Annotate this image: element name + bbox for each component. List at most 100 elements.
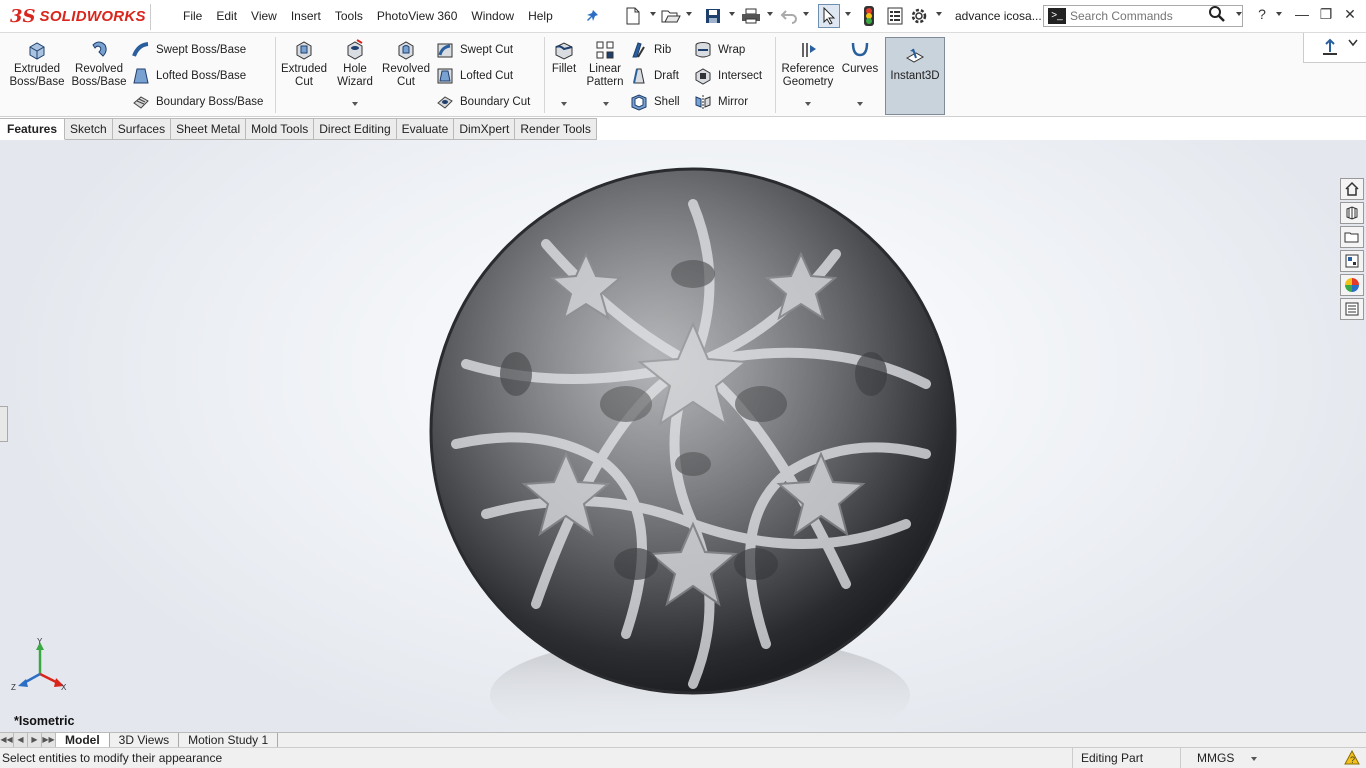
menu-help[interactable]: Help	[521, 0, 560, 33]
tab-model[interactable]: Model	[56, 733, 110, 747]
solidworks-logo[interactable]: 3S SOLIDWORKS	[10, 2, 146, 30]
fillet-button[interactable]: Fillet	[547, 39, 581, 76]
hole-wizard-dropdown-icon[interactable]	[352, 102, 358, 106]
reference-geometry-button[interactable]: Reference Geometry	[779, 39, 837, 89]
tab-evaluate[interactable]: Evaluate	[396, 118, 455, 140]
hole-wizard-button[interactable]: Hole Wizard	[333, 39, 377, 89]
undo-dropdown-icon[interactable]	[803, 12, 809, 16]
file-properties-icon[interactable]	[884, 6, 906, 26]
lofted-cut-button[interactable]: Lofted Cut	[436, 66, 513, 86]
search-input[interactable]	[1070, 9, 1200, 23]
boundary-cut-button[interactable]: Boundary Cut	[436, 92, 530, 112]
search-icon[interactable]	[1208, 5, 1226, 28]
linear-pattern-button[interactable]: Linear Pattern	[583, 39, 627, 89]
appearances-icon[interactable]	[1340, 274, 1364, 296]
print-icon[interactable]	[740, 6, 762, 26]
tab-mold-tools[interactable]: Mold Tools	[246, 118, 315, 140]
help-dropdown-icon[interactable]	[1276, 12, 1282, 16]
extruded-cut-button[interactable]: Extruded Cut	[277, 39, 331, 89]
tab-motion-study-1[interactable]: Motion Study 1	[179, 733, 279, 747]
close-icon[interactable]: ✕	[1340, 6, 1360, 23]
chevron-down-icon[interactable]	[1348, 39, 1358, 47]
units-dropdown-icon[interactable]	[1251, 757, 1257, 761]
first-tab-arrow-icon[interactable]: ◀◀	[0, 733, 14, 747]
menu-edit[interactable]: Edit	[209, 0, 244, 33]
tab-sketch[interactable]: Sketch	[65, 118, 113, 140]
tab-features[interactable]: Features	[0, 118, 66, 140]
save-dropdown-icon[interactable]	[729, 12, 735, 16]
undo-icon[interactable]	[778, 6, 800, 26]
minimize-icon[interactable]: —	[1292, 6, 1312, 22]
menu-insert[interactable]: Insert	[284, 0, 328, 33]
pin-icon[interactable]	[582, 6, 604, 26]
menu-photoview-360[interactable]: PhotoView 360	[370, 0, 465, 33]
search-dropdown-icon[interactable]	[1236, 12, 1242, 16]
fillet-dropdown-icon[interactable]	[561, 102, 567, 106]
swept-boss-button[interactable]: Swept Boss/Base	[132, 40, 246, 60]
revolved-cut-button[interactable]: Revolved Cut	[381, 39, 431, 89]
home-icon[interactable]	[1340, 178, 1364, 200]
graphics-area[interactable]: Y Z X *Isometric	[0, 140, 1366, 732]
new-document-icon[interactable]	[622, 6, 644, 26]
curves-button[interactable]: Curves	[840, 39, 880, 76]
options-dropdown-icon[interactable]	[936, 12, 942, 16]
new-dropdown-icon[interactable]	[650, 12, 656, 16]
revolved-cut-label: Revolved Cut	[382, 63, 430, 88]
search-commands[interactable]: >_	[1043, 5, 1243, 27]
reference-geometry-dropdown-icon[interactable]	[805, 102, 811, 106]
search-mode-icon[interactable]: >_	[1048, 8, 1066, 24]
mirror-button[interactable]: Mirror	[694, 92, 748, 112]
revolved-boss-button[interactable]: Revolved Boss/Base	[70, 39, 128, 89]
extruded-boss-button[interactable]: Extruded Boss/Base	[8, 39, 66, 89]
options-icon[interactable]	[908, 6, 930, 26]
help-icon[interactable]: ?	[1252, 6, 1272, 22]
wrap-button[interactable]: Wrap	[694, 40, 745, 60]
feature-manager-flyout-handle[interactable]	[0, 406, 8, 442]
save-icon[interactable]	[702, 6, 724, 26]
select-dropdown-icon[interactable]	[845, 12, 851, 16]
tab-dimxpert[interactable]: DimXpert	[454, 118, 516, 140]
tab-direct-editing[interactable]: Direct Editing	[314, 118, 397, 140]
boundary-boss-label: Boundary Boss/Base	[156, 96, 264, 108]
revolved-cut-icon	[398, 41, 414, 60]
tab-sheet-metal[interactable]: Sheet Metal	[171, 118, 247, 140]
print-dropdown-icon[interactable]	[767, 12, 773, 16]
open-icon[interactable]	[660, 6, 682, 26]
rib-button[interactable]: Rib	[630, 40, 671, 60]
linear-pattern-dropdown-icon[interactable]	[603, 102, 609, 106]
quick-tips-icon[interactable]: ?	[1344, 750, 1360, 766]
lofted-boss-button[interactable]: Lofted Boss/Base	[132, 66, 246, 86]
shell-button[interactable]: Shell	[630, 92, 680, 112]
last-tab-arrow-icon[interactable]: ▶▶	[42, 733, 56, 747]
swept-cut-button[interactable]: Swept Cut	[436, 40, 513, 60]
custom-properties-icon[interactable]	[1340, 298, 1364, 320]
icosahedral-lattice-sphere-model[interactable]	[426, 164, 960, 698]
design-library-icon[interactable]	[1340, 202, 1364, 224]
boundary-boss-button[interactable]: Boundary Boss/Base	[132, 92, 263, 112]
shell-icon	[631, 94, 647, 111]
select-icon[interactable]	[818, 4, 840, 28]
curves-dropdown-icon[interactable]	[857, 102, 863, 106]
menu-view[interactable]: View	[244, 0, 284, 33]
menu-tools[interactable]: Tools	[328, 0, 370, 33]
pin-toolbar-icon[interactable]	[1320, 38, 1340, 58]
rebuild-icon[interactable]	[858, 6, 880, 26]
tab-3d-views[interactable]: 3D Views	[110, 733, 180, 747]
tab-render-tools[interactable]: Render Tools	[515, 118, 597, 140]
instant3d-button[interactable]: Instant3D	[885, 37, 945, 115]
triad-x-label: X	[61, 683, 67, 692]
file-explorer-icon[interactable]	[1340, 226, 1364, 248]
next-tab-arrow-icon[interactable]: ▶	[28, 733, 42, 747]
instant3d-icon	[905, 48, 925, 63]
extruded-boss-icon	[29, 42, 45, 60]
intersect-button[interactable]: Intersect	[694, 66, 762, 86]
restore-icon[interactable]: ❐	[1316, 6, 1336, 23]
menu-file[interactable]: File	[176, 0, 209, 33]
menu-window[interactable]: Window	[464, 0, 521, 33]
unit-system-selector[interactable]: MMGS	[1180, 748, 1330, 768]
view-palette-icon[interactable]	[1340, 250, 1364, 272]
tab-surfaces[interactable]: Surfaces	[112, 118, 172, 140]
draft-button[interactable]: Draft	[630, 66, 679, 86]
prev-tab-arrow-icon[interactable]: ◀	[14, 733, 28, 747]
open-dropdown-icon[interactable]	[686, 12, 692, 16]
